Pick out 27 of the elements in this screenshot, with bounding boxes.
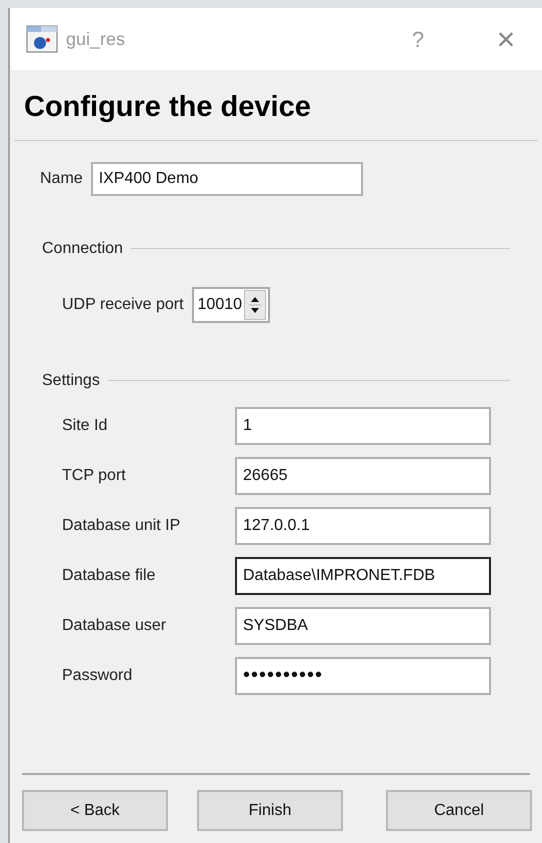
group-title: Connection [42,238,123,258]
field-label: Name [40,168,83,188]
number-field[interactable]: 10010 [194,292,244,316]
field-label: Password [62,666,134,686]
page-heading: Configure the device [24,91,311,123]
field-label: TCP port [62,466,127,486]
field-label: Site Id [62,416,108,436]
input-field[interactable]: 1 [235,406,491,444]
window-title: gui_res [66,28,126,51]
spin-box[interactable]: 10010 [192,286,270,322]
field-label: UDP receive port [62,294,184,314]
input-field[interactable]: 127.0.0.1 [235,506,491,544]
input-field[interactable]: Database\IMPRONET.FDB [235,556,491,594]
input-field[interactable]: 26665 [235,456,491,494]
field-label: Database user [62,616,168,636]
password-field[interactable]: •••••••••• [235,656,491,694]
field-label: Database unit IP [62,516,182,536]
dialog-button[interactable]: Finish [197,790,343,831]
app-icon [26,25,58,53]
dialog-button[interactable]: Cancel [386,790,532,831]
close-button[interactable]: × [486,15,526,63]
dialog-button[interactable]: < Back [22,790,168,831]
input-field[interactable]: SYSDBA [235,606,491,644]
field-label: Database file [62,566,156,586]
input-field[interactable]: IXP400 Demo [90,162,363,196]
spin-arrows-icon[interactable] [244,290,266,320]
group-title: Settings [42,370,100,390]
